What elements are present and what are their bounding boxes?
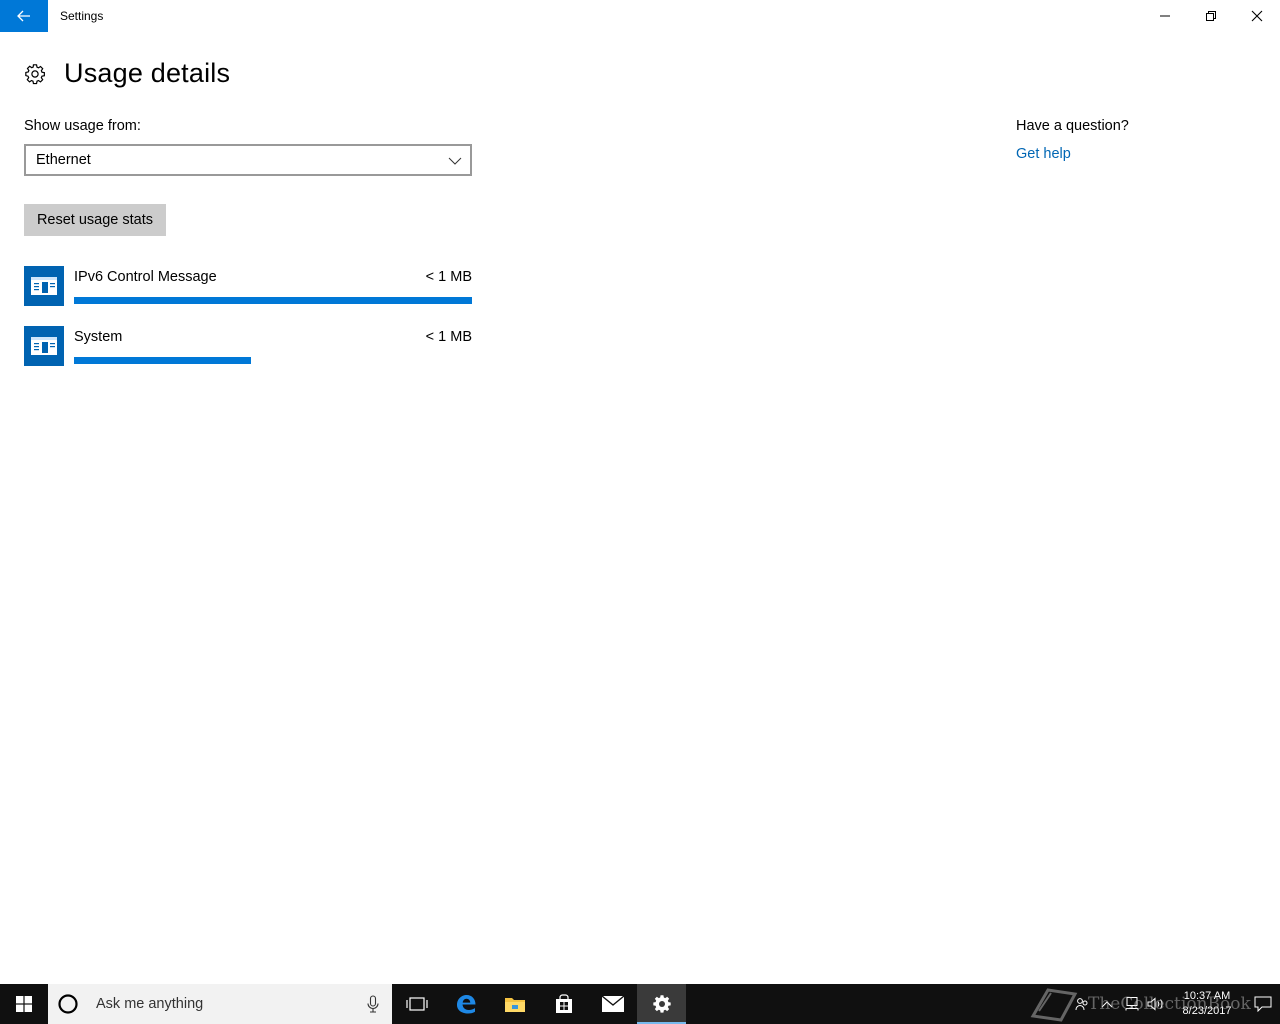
- microphone-icon[interactable]: [366, 995, 380, 1013]
- network-icon[interactable]: [1120, 984, 1144, 1024]
- start-button[interactable]: [0, 984, 48, 1024]
- windows-logo-icon: [16, 996, 32, 1012]
- window-controls: [1142, 0, 1280, 32]
- chevron-up-icon: [1101, 1001, 1113, 1008]
- title-bar: Settings: [0, 0, 1280, 32]
- minimize-icon: [1160, 15, 1170, 17]
- edge-browser-icon: [456, 995, 475, 1014]
- task-view-icon: [405, 997, 428, 1011]
- app-name: System: [74, 329, 123, 345]
- gear-icon: [25, 63, 45, 84]
- store-bag-icon: [555, 994, 572, 1013]
- list-item[interactable]: IPv6 Control Message < 1 MB: [24, 266, 472, 306]
- app-window-icon: [31, 277, 57, 295]
- clock-time: 10:37 AM: [1183, 990, 1231, 1002]
- have-a-question-heading: Have a question?: [1016, 118, 1129, 134]
- system-tray: 10:37 AM 8/23/2017: [1070, 984, 1280, 1024]
- taskbar-store[interactable]: [539, 984, 588, 1024]
- notification-icon: [1254, 996, 1272, 1012]
- clock-date: 8/23/2017: [1182, 1005, 1232, 1017]
- speaker-icon: [1147, 997, 1163, 1011]
- folder-icon: [504, 998, 525, 1012]
- page-header: Usage details: [24, 58, 230, 89]
- dropdown-selected-value: Ethernet: [36, 152, 91, 168]
- taskbar-clock[interactable]: 10:37 AM 8/23/2017: [1168, 989, 1246, 1019]
- minimize-button[interactable]: [1142, 0, 1188, 32]
- mail-icon: [601, 995, 624, 1012]
- reset-usage-stats-button[interactable]: Reset usage stats: [24, 204, 166, 236]
- task-view-button[interactable]: [392, 984, 441, 1024]
- people-glyph-icon: [1075, 998, 1088, 1011]
- show-hidden-icons-button[interactable]: [1094, 984, 1120, 1024]
- taskbar-mail[interactable]: [588, 984, 637, 1024]
- volume-icon[interactable]: [1144, 984, 1168, 1024]
- restore-icon: [1206, 11, 1216, 21]
- action-center-button[interactable]: [1246, 984, 1280, 1024]
- cortana-icon: [58, 994, 78, 1014]
- usage-bar: [74, 357, 472, 364]
- search-placeholder: Ask me anything: [96, 996, 204, 1012]
- usage-bar-fill: [74, 297, 472, 304]
- app-name: IPv6 Control Message: [74, 269, 217, 285]
- window-title: Settings: [60, 9, 104, 23]
- network-source-dropdown[interactable]: Ethernet: [24, 144, 472, 176]
- get-help-link[interactable]: Get help: [1016, 146, 1071, 162]
- ethernet-icon: [1125, 997, 1139, 1011]
- close-button[interactable]: [1234, 0, 1280, 32]
- app-data-size: < 1 MB: [425, 329, 472, 345]
- app-icon: [24, 266, 64, 306]
- usage-bar: [74, 297, 472, 304]
- chevron-down-icon: [448, 157, 462, 165]
- taskbar-edge[interactable]: [441, 984, 490, 1024]
- app-data-size: < 1 MB: [425, 269, 472, 285]
- usage-bar-fill: [74, 357, 252, 364]
- back-button[interactable]: [0, 0, 48, 32]
- page-title: Usage details: [64, 58, 231, 88]
- cortana-search-box[interactable]: Ask me anything: [48, 984, 392, 1024]
- app-window-icon: [31, 337, 57, 355]
- taskbar-file-explorer[interactable]: [490, 984, 539, 1024]
- back-arrow-icon: [17, 10, 30, 22]
- taskbar-settings[interactable]: [637, 984, 686, 1024]
- restore-button[interactable]: [1188, 0, 1234, 32]
- taskbar: Ask me anything 10:37 AM 8/23/2017: [0, 984, 1280, 1024]
- settings-gear-icon: [652, 995, 671, 1013]
- people-icon[interactable]: [1070, 984, 1094, 1024]
- show-usage-label: Show usage from:: [24, 118, 141, 134]
- list-item[interactable]: System < 1 MB: [24, 326, 472, 366]
- app-icon: [24, 326, 64, 366]
- close-icon: [1251, 10, 1263, 22]
